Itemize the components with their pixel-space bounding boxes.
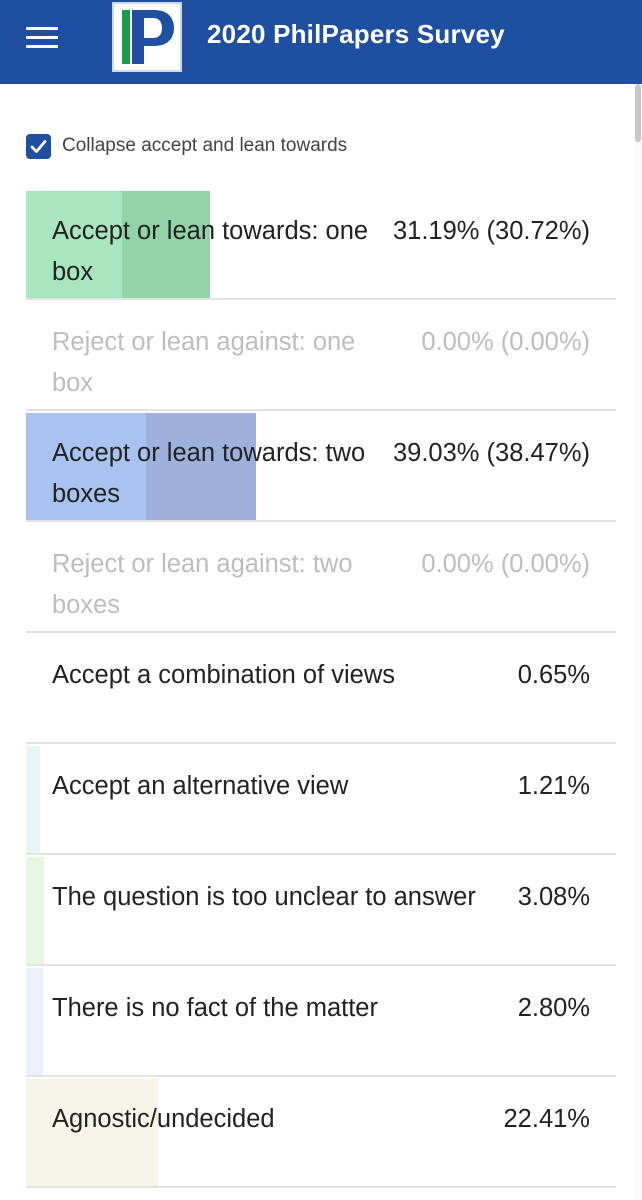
result-bar <box>26 746 40 853</box>
checkmark-icon <box>30 139 47 153</box>
result-value: 0.65% <box>517 661 590 689</box>
result-label: The question is too unclear to answer <box>52 883 476 911</box>
page-title: 2020 PhilPapers Survey <box>207 19 505 49</box>
result-label: Accept an alternative view <box>52 772 349 800</box>
result-row[interactable]: Accept a combination of views 0.65% <box>26 633 616 744</box>
result-value: 39.03% (38.47%) <box>392 439 590 467</box>
result-value: 3.08% <box>517 883 590 911</box>
result-row[interactable]: Accept an alternative view 1.21% <box>26 744 616 855</box>
top-app-bar: P 2020 PhilPapers Survey <box>0 0 642 84</box>
result-value: 31.19% (30.72%) <box>392 217 590 245</box>
result-row[interactable]: Agnostic/undecided 22.41% <box>26 1077 616 1188</box>
result-bar <box>26 968 43 1075</box>
result-value: 2.80% <box>517 994 590 1022</box>
result-row[interactable]: Reject or lean against: two boxes 0.00% (… <box>26 522 616 633</box>
svg-text:P: P <box>114 4 115 5</box>
result-label: Agnostic/undecided <box>52 1105 275 1133</box>
result-label: Reject or lean against: one box <box>52 328 356 397</box>
result-row[interactable]: There is no fact of the matter 2.80% <box>26 966 616 1077</box>
result-label: Accept a combination of views <box>52 661 396 689</box>
hamburger-menu-icon[interactable] <box>26 26 60 50</box>
result-value: 1.21% <box>517 772 590 800</box>
philpapers-logo[interactable]: P <box>112 2 182 72</box>
result-value: 22.41% <box>503 1105 591 1133</box>
result-value: 0.00% (0.00%) <box>421 550 590 578</box>
result-row[interactable]: Accept or lean towards: one box 31.19% (3… <box>26 189 616 300</box>
collapse-checkbox[interactable] <box>26 133 51 159</box>
collapse-label: Collapse accept and lean towards <box>62 135 348 156</box>
result-value: 0.00% (0.00%) <box>421 328 590 356</box>
result-label: Reject or lean against: two boxes <box>52 550 353 619</box>
collapse-toggle[interactable]: Collapse accept and lean towards <box>26 132 347 160</box>
result-row[interactable]: Accept or lean towards: two boxes 39.03% … <box>26 411 616 522</box>
result-label: Accept or lean towards: one box <box>52 217 369 286</box>
scrollbar[interactable] <box>634 84 642 1200</box>
result-row[interactable]: The question is too unclear to answer 3.0… <box>26 855 616 966</box>
results-list: Accept or lean towards: one box 31.19% (3… <box>26 189 616 1188</box>
result-label: Accept or lean towards: two boxes <box>52 439 366 508</box>
philpapers-logo-mark: P <box>114 4 177 67</box>
result-bar <box>26 857 44 964</box>
scrollbar-thumb[interactable] <box>635 84 641 142</box>
result-row[interactable]: Reject or lean against: one box 0.00% (0.… <box>26 300 616 411</box>
result-label: There is no fact of the matter <box>52 994 378 1022</box>
